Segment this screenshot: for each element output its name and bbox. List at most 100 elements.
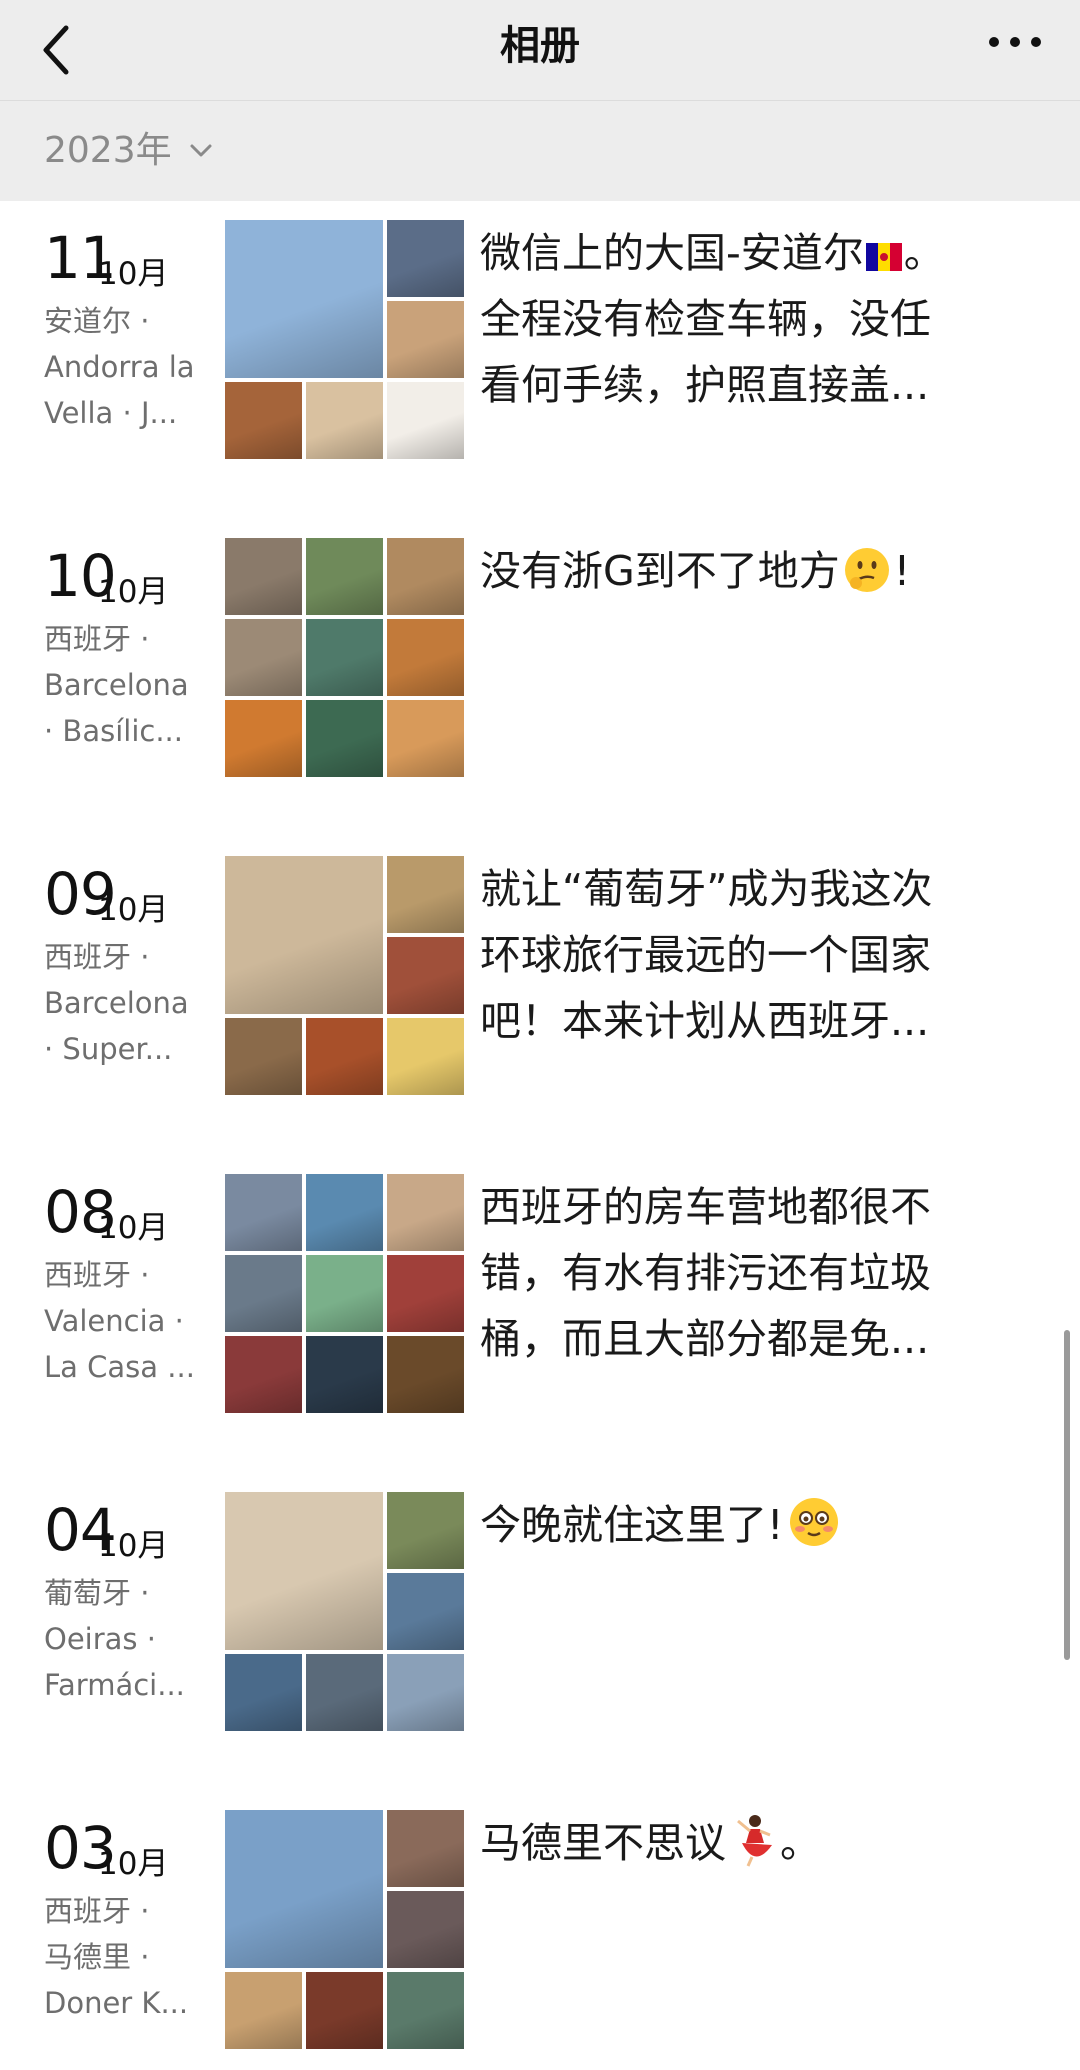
location-line: 葡萄牙 · [44, 1576, 150, 1610]
back-button[interactable] [30, 14, 90, 84]
entry-month: 10月 [98, 256, 169, 292]
location-line: 安道尔 · [44, 304, 150, 338]
photo-thumbnail[interactable] [387, 1654, 464, 1731]
entry-caption[interactable]: 马德里不思议 。 [480, 1810, 1000, 1876]
photo-thumbnail[interactable] [306, 1972, 383, 2049]
photo-thumbnail[interactable] [387, 1972, 464, 2049]
photo-thumbnail[interactable] [306, 382, 383, 459]
year-filter-label[interactable]: 2023年 [44, 101, 172, 201]
entry-caption[interactable]: 就让“葡萄牙”成为我这次 环球旅行最远的一个国家 吧！本来计划从西班牙... [480, 856, 1000, 1054]
album-entry[interactable]: 09 10月 西班牙 · Barcelona · Super... 就让“葡萄牙… [0, 856, 1080, 1096]
photo-thumbnail[interactable] [387, 937, 464, 1014]
album-entry[interactable]: 03 10月 西班牙 · 马德里 · Doner K... 马德里不思议。 [0, 1810, 1080, 2050]
album-entry[interactable]: 04 10月 葡萄牙 · Oeiras · Farmáci... 今晚就住这里了… [0, 1492, 1080, 1732]
caption-text: 。 [780, 1819, 821, 1867]
navigation-bar: 相册 [0, 0, 1080, 101]
photo-thumbnail[interactable] [225, 220, 383, 378]
photo-thumbnail[interactable] [225, 1174, 302, 1251]
entry-caption[interactable]: 微信上的大国-安道尔。 全程没有检查车辆，没任 看何手续，护照直接盖... [480, 220, 1000, 418]
photo-thumbnail[interactable] [387, 1336, 464, 1413]
entry-location: 西班牙 · Barcelona · Super... [44, 934, 204, 1072]
thinking-face-emoji-icon [844, 548, 889, 592]
caption-text: 全程没有检查车辆，没任 [480, 295, 931, 343]
album-entry[interactable]: 11 10月 安道尔 · Andorra la Vella · J... 微信上… [0, 220, 1080, 460]
photo-thumbnail[interactable] [225, 1492, 383, 1650]
photo-thumbnail[interactable] [225, 1810, 383, 1968]
entry-month: 10月 [98, 1210, 169, 1246]
photo-thumbnail[interactable] [225, 1255, 302, 1332]
entry-caption[interactable]: 没有浙G到不了地方! [480, 538, 1000, 604]
photo-grid[interactable] [225, 220, 464, 460]
photo-thumbnail[interactable] [306, 1255, 383, 1332]
entry-caption[interactable]: 西班牙的房车营地都很不 错，有水有排污还有垃圾 桶，而且大部分都是免... [480, 1174, 1000, 1372]
caption-text: 桶，而且大部分都是免... [480, 1315, 930, 1363]
andorra-flag-icon [865, 243, 902, 271]
album-entry[interactable]: 08 10月 西班牙 · Valencia · La Casa ... 西班牙的… [0, 1174, 1080, 1414]
photo-thumbnail[interactable] [306, 619, 383, 696]
photo-thumbnail[interactable] [225, 1336, 302, 1413]
photo-grid[interactable] [225, 1810, 464, 2050]
location-line: 西班牙 · [44, 1894, 150, 1928]
smiling-face-emoji-icon [790, 1498, 839, 1546]
chevron-down-icon[interactable] [188, 141, 214, 161]
photo-thumbnail[interactable] [225, 856, 383, 1014]
photo-thumbnail[interactable] [387, 700, 464, 777]
photo-thumbnail[interactable] [225, 382, 302, 459]
scrollbar[interactable] [1064, 1330, 1070, 1660]
photo-thumbnail[interactable] [225, 1972, 302, 2049]
photo-grid[interactable] [225, 1174, 464, 1414]
photo-thumbnail[interactable] [306, 1336, 383, 1413]
photo-thumbnail[interactable] [225, 538, 302, 615]
photo-thumbnail[interactable] [306, 1654, 383, 1731]
location-line: Oeiras · [44, 1622, 156, 1656]
photo-thumbnail[interactable] [225, 1018, 302, 1095]
entry-location: 西班牙 · Barcelona · Basílic... [44, 616, 204, 754]
photo-grid[interactable] [225, 1492, 464, 1732]
photo-thumbnail[interactable] [306, 700, 383, 777]
photo-thumbnail[interactable] [306, 1018, 383, 1095]
location-line: Barcelona [44, 986, 189, 1020]
year-filter-bar[interactable]: 2023年 [0, 101, 1080, 201]
photo-thumbnail[interactable] [387, 301, 464, 378]
photo-thumbnail[interactable] [387, 619, 464, 696]
photo-grid[interactable] [225, 538, 464, 778]
photo-thumbnail[interactable] [306, 1174, 383, 1251]
photo-thumbnail[interactable] [387, 1810, 464, 1887]
entry-month: 10月 [98, 892, 169, 928]
more-button[interactable] [980, 22, 1050, 70]
location-line: 西班牙 · [44, 940, 150, 974]
photo-thumbnail[interactable] [387, 220, 464, 297]
entry-month: 10月 [98, 1528, 169, 1564]
location-line: Doner K... [44, 1986, 189, 2020]
photo-thumbnail[interactable] [387, 856, 464, 933]
flamenco-dancer-emoji-icon [737, 1815, 772, 1867]
photo-thumbnail[interactable] [387, 538, 464, 615]
album-entry[interactable]: 10 10月 西班牙 · Barcelona · Basílic... 没有浙G… [0, 538, 1080, 778]
location-line: Vella · J... [44, 396, 178, 430]
photo-thumbnail[interactable] [225, 700, 302, 777]
photo-thumbnail[interactable] [387, 1573, 464, 1650]
caption-text: 没有浙G到不了地方 [480, 547, 840, 595]
caption-text: 马德里不思议 [480, 1819, 726, 1867]
location-line: · Super... [44, 1032, 173, 1066]
photo-thumbnail[interactable] [387, 1174, 464, 1251]
photo-thumbnail[interactable] [225, 619, 302, 696]
photo-grid[interactable] [225, 856, 464, 1096]
photo-thumbnail[interactable] [225, 1654, 302, 1731]
photo-thumbnail[interactable] [387, 382, 464, 459]
entry-caption[interactable]: 今晚就住这里了! [480, 1492, 1000, 1558]
photo-thumbnail[interactable] [387, 1255, 464, 1332]
entry-location: 西班牙 · 马德里 · Doner K... [44, 1888, 204, 2026]
caption-text: 。 [903, 229, 945, 277]
caption-text: 看何手续，护照直接盖... [480, 361, 930, 409]
location-line: Andorra la [44, 350, 195, 384]
location-line: 马德里 · [44, 1940, 150, 1974]
photo-thumbnail[interactable] [387, 1018, 464, 1095]
photo-thumbnail[interactable] [306, 538, 383, 615]
entry-location: 安道尔 · Andorra la Vella · J... [44, 298, 204, 436]
entry-location: 西班牙 · Valencia · La Casa ... [44, 1252, 204, 1390]
location-line: · Basílic... [44, 714, 183, 748]
chevron-left-icon [43, 25, 69, 75]
photo-thumbnail[interactable] [387, 1891, 464, 1968]
photo-thumbnail[interactable] [387, 1492, 464, 1569]
